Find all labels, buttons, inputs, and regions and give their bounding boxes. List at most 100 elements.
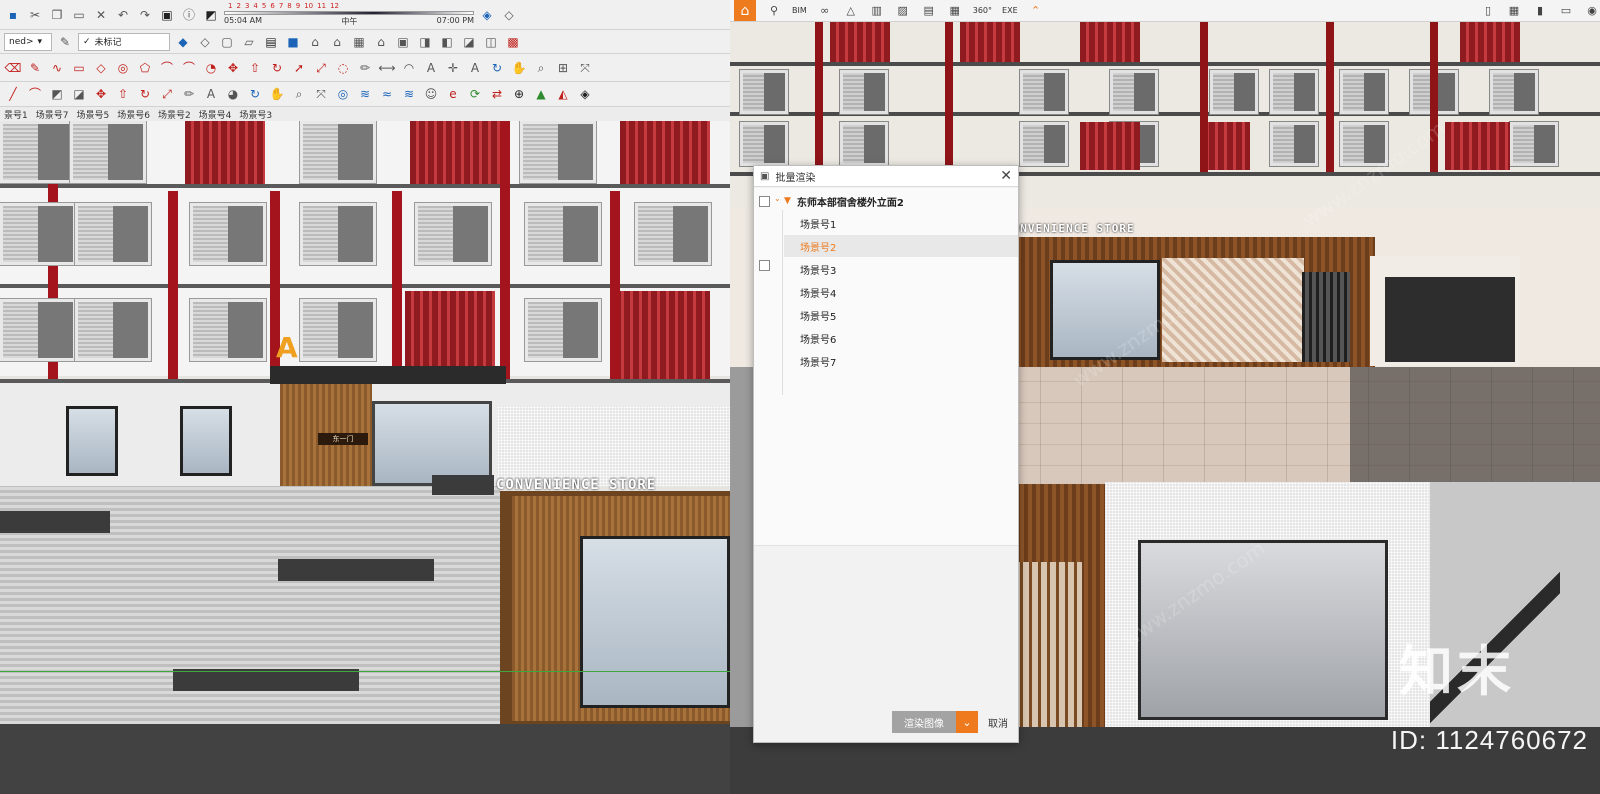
render-image-button[interactable]: 渲染图像	[892, 711, 956, 733]
paste-icon[interactable]: ▭	[70, 6, 88, 24]
panorama-button[interactable]: 360°	[973, 6, 992, 15]
paint-tool-icon[interactable]: ◕	[224, 85, 242, 103]
redo-icon[interactable]: ↷	[136, 6, 154, 24]
scene-item-6[interactable]: 场景号6	[784, 327, 1018, 349]
paint-bucket-icon[interactable]: ◪	[70, 85, 88, 103]
shaded-icon[interactable]: ■	[284, 33, 302, 51]
polygon-icon[interactable]: ⬠	[136, 59, 154, 77]
shape-icon[interactable]: ◩	[48, 85, 66, 103]
shadow-time-slider[interactable]	[224, 11, 474, 15]
scene-item-2[interactable]: 场景号2	[784, 235, 1018, 257]
fog-icon[interactable]: ◇	[500, 6, 518, 24]
library-icon[interactable]: ▯	[1480, 3, 1496, 19]
chart-icon[interactable]: ▮	[1532, 3, 1548, 19]
xray-icon[interactable]: ▤	[262, 33, 280, 51]
home-icon[interactable]: ⌂	[734, 0, 756, 21]
tab-scene-6[interactable]: 场景号6	[117, 108, 150, 121]
cut-icon[interactable]: ✂	[26, 6, 44, 24]
rotate-icon[interactable]: ↻	[268, 59, 286, 77]
person-icon[interactable]: △	[843, 3, 859, 19]
style-icon[interactable]: ◈	[478, 6, 496, 24]
scene-item-1[interactable]: 场景号1	[784, 212, 1018, 234]
scene-item-7[interactable]: 场景号7	[784, 350, 1018, 372]
chevron-up-icon[interactable]: ⌃	[1028, 3, 1044, 19]
section-icon[interactable]: ≋	[356, 85, 374, 103]
model-info-icon[interactable]: ⓘ	[180, 6, 198, 24]
table-icon[interactable]: ▦	[1506, 3, 1522, 19]
save-icon[interactable]: ▪	[4, 6, 22, 24]
link-icon[interactable]: ⚲	[766, 3, 782, 19]
zoom-extents-icon[interactable]: ⤧	[576, 59, 594, 77]
orbit-tool-icon[interactable]: ↻	[246, 85, 264, 103]
hand-icon[interactable]: ✋	[268, 85, 286, 103]
shadow-settings[interactable]: 1 2 3 4 5 6 7 8 9 10 11 12 05:04 AM 中午 0…	[224, 2, 474, 27]
follow-me-icon[interactable]: ➚	[290, 59, 308, 77]
line-icon[interactable]: ╱	[4, 85, 22, 103]
scale-icon[interactable]: ⤢	[312, 59, 330, 77]
pan-icon[interactable]: ✋	[510, 59, 528, 77]
home-icon[interactable]: ⌂	[372, 33, 390, 51]
screen-icon[interactable]: ▭	[1558, 3, 1574, 19]
scale-tool-icon[interactable]: ⤢	[158, 85, 176, 103]
solid-intersect-icon[interactable]: ◧	[438, 33, 456, 51]
texture-icon[interactable]: ▩	[504, 33, 522, 51]
front-view-icon[interactable]: ▢	[218, 33, 236, 51]
arc-2pt-icon[interactable]: ⌒	[180, 59, 198, 77]
tab-scene-4[interactable]: 场景号4	[199, 108, 232, 121]
move-icon[interactable]: ✥	[224, 59, 242, 77]
tag-icon[interactable]: ✎	[56, 33, 74, 51]
building-icon[interactable]: ▥	[869, 3, 885, 19]
shadow-toggle-icon[interactable]: ◩	[202, 6, 220, 24]
solid-subtract-icon[interactable]: ◪	[460, 33, 478, 51]
layer-dropdown[interactable]: ned> ▾	[4, 32, 52, 51]
binoculars-icon[interactable]: ∞	[817, 3, 833, 19]
text-tool-icon[interactable]: A	[202, 85, 220, 103]
zoom-icon[interactable]: ⌕	[532, 59, 550, 77]
print-icon[interactable]: ▣	[158, 6, 176, 24]
camera-icon[interactable]: ◎	[334, 85, 352, 103]
axes-icon[interactable]: ✛	[444, 59, 462, 77]
text-icon[interactable]: A	[422, 59, 440, 77]
clapper-icon[interactable]: ▨	[895, 3, 911, 19]
add-icon[interactable]: ⊕	[510, 85, 528, 103]
tab-scene-2[interactable]: 场景号2	[158, 108, 191, 121]
right-view-icon[interactable]: ▱	[240, 33, 258, 51]
rotate-tool-icon[interactable]: ↻	[136, 85, 154, 103]
solid-trim-icon[interactable]: ◫	[482, 33, 500, 51]
dialog-titlebar[interactable]: ▣ 批量渲染 ✕	[754, 166, 1018, 187]
chevron-down-icon[interactable]: ⌄	[774, 194, 781, 203]
move-tool-icon[interactable]: ✥	[92, 85, 110, 103]
solid-union-icon[interactable]: ◨	[416, 33, 434, 51]
refresh-icon[interactable]: ⟳	[466, 85, 484, 103]
top-view-icon[interactable]: ◇	[196, 33, 214, 51]
image-export-icon[interactable]: ▤	[921, 3, 937, 19]
chevron-down-icon[interactable]: ⌄	[956, 711, 978, 733]
plugin-e-icon[interactable]: e	[444, 85, 462, 103]
rotated-rect-icon[interactable]: ◇	[92, 59, 110, 77]
sandbox-icon[interactable]: ≈	[378, 85, 396, 103]
3d-text-icon[interactable]: A	[466, 59, 484, 77]
eraser-icon[interactable]: ⌫	[4, 59, 22, 77]
scene-checkbox[interactable]	[759, 260, 770, 271]
offset-icon[interactable]: ◌	[334, 59, 352, 77]
warehouse-icon[interactable]: ⌂	[328, 33, 346, 51]
zoom-window-icon[interactable]: ⊞	[554, 59, 572, 77]
pencil-icon[interactable]: ✎	[26, 59, 44, 77]
house-icon[interactable]: ⌂	[306, 33, 324, 51]
tab-scene-5[interactable]: 场景号5	[76, 108, 109, 121]
arc-tool-icon[interactable]: ⌒	[26, 85, 44, 103]
export-icon[interactable]: ⇄	[488, 85, 506, 103]
tape-measure-icon[interactable]: ✏	[356, 59, 374, 77]
user-icon[interactable]: ☺	[422, 85, 440, 103]
material-icon[interactable]: ◭	[554, 85, 572, 103]
scene-item-4[interactable]: 场景号4	[784, 281, 1018, 303]
measure-tool-icon[interactable]: ✏	[180, 85, 198, 103]
erase-icon[interactable]: ✕	[92, 6, 110, 24]
extents-icon[interactable]: ⤧	[312, 85, 330, 103]
component-icon[interactable]: ▦	[350, 33, 368, 51]
cancel-button[interactable]: 取消	[988, 715, 1008, 730]
group-icon[interactable]: ▣	[394, 33, 412, 51]
exe-export-button[interactable]: EXE	[1002, 6, 1018, 15]
dimension-icon[interactable]: ⟷	[378, 59, 396, 77]
undo-icon[interactable]: ↶	[114, 6, 132, 24]
